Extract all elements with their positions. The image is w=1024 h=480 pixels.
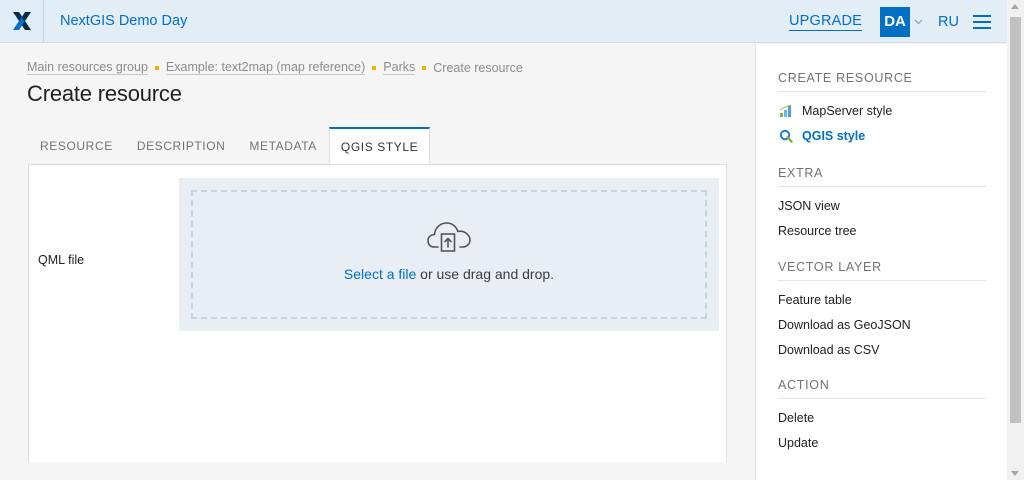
- qml-file-label: QML file: [38, 253, 85, 267]
- breadcrumb: Main resources group Example: text2map (…: [27, 60, 523, 75]
- sidebar-section-vector-layer: VECTOR LAYER Feature table Download as G…: [778, 260, 986, 358]
- breadcrumb-separator: [422, 65, 427, 70]
- tab-description[interactable]: DESCRIPTION: [125, 127, 238, 165]
- breadcrumb-item[interactable]: Main resources group: [27, 60, 148, 75]
- breadcrumb-item[interactable]: Example: text2map (map reference): [165, 60, 366, 75]
- sidebar-heading: ACTION: [778, 378, 986, 399]
- tab-qgis-style[interactable]: QGIS STYLE: [328, 127, 431, 165]
- scroll-down-arrow-icon[interactable]: [1011, 471, 1019, 476]
- sidebar-item-qgis-style[interactable]: QGIS style: [778, 127, 986, 144]
- sidebar-item-update[interactable]: Update: [778, 434, 986, 451]
- sidebar-item-label: QGIS style: [802, 128, 866, 143]
- right-sidebar: CREATE RESOURCE MapServer style QGIS sty…: [755, 44, 1007, 480]
- breadcrumb-item[interactable]: Parks: [383, 60, 416, 75]
- app-title[interactable]: NextGIS Demo Day: [60, 13, 187, 29]
- tab-bar: RESOURCE DESCRIPTION METADATA QGIS STYLE: [28, 127, 431, 165]
- scroll-up-arrow-icon[interactable]: [1011, 4, 1019, 9]
- tab-resource[interactable]: RESOURCE: [28, 127, 125, 165]
- breadcrumb-separator: [154, 65, 159, 70]
- cloud-upload-icon: [426, 217, 472, 258]
- sidebar-item-delete[interactable]: Delete: [778, 409, 986, 426]
- sidebar-heading: CREATE RESOURCE: [778, 71, 986, 92]
- page-scrollbar[interactable]: [1007, 0, 1024, 480]
- file-dropzone[interactable]: Select a file or use drag and drop.: [179, 178, 719, 331]
- sidebar-section-action: ACTION Delete Update: [778, 378, 986, 451]
- sidebar-section-create-resource: CREATE RESOURCE MapServer style QGIS sty…: [778, 71, 986, 144]
- breadcrumb-separator: [372, 65, 377, 70]
- file-dropzone-border[interactable]: Select a file or use drag and drop.: [191, 190, 707, 319]
- language-switch[interactable]: RU: [938, 14, 959, 30]
- breadcrumb-current: Create resource: [433, 60, 523, 75]
- sidebar-heading: EXTRA: [778, 166, 986, 187]
- upgrade-link[interactable]: UPGRADE: [788, 13, 863, 31]
- sidebar-item-download-geojson[interactable]: Download as GeoJSON: [778, 316, 986, 333]
- chevron-down-icon[interactable]: [910, 7, 926, 37]
- tab-metadata[interactable]: METADATA: [237, 127, 328, 165]
- page-title: Create resource: [27, 81, 182, 106]
- mapserver-style-icon: [778, 103, 794, 119]
- top-header: NextGIS Demo Day UPGRADE DA RU: [0, 0, 1024, 43]
- sidebar-item-json-view[interactable]: JSON view: [778, 197, 986, 214]
- qgis-style-icon: [778, 128, 794, 144]
- main-content: Main resources group Example: text2map (…: [0, 44, 755, 480]
- tab-panel-qgis-style: QML file Select a file or use drag and d…: [28, 164, 727, 462]
- scrollbar-thumb[interactable]: [1010, 17, 1021, 423]
- sidebar-item-mapserver-style[interactable]: MapServer style: [778, 102, 986, 119]
- nextgis-x-logo-icon[interactable]: [0, 0, 44, 43]
- sidebar-heading: VECTOR LAYER: [778, 260, 986, 281]
- dropzone-text: Select a file or use drag and drop.: [344, 266, 554, 282]
- sidebar-item-resource-tree[interactable]: Resource tree: [778, 222, 986, 239]
- select-file-link[interactable]: Select a file: [344, 266, 416, 282]
- hamburger-menu-icon[interactable]: [973, 14, 991, 29]
- user-avatar[interactable]: DA: [880, 6, 911, 37]
- sidebar-section-extra: EXTRA JSON view Resource tree: [778, 166, 986, 239]
- sidebar-item-label: MapServer style: [802, 103, 893, 118]
- sidebar-item-feature-table[interactable]: Feature table: [778, 291, 986, 308]
- sidebar-item-download-csv[interactable]: Download as CSV: [778, 341, 986, 358]
- drag-drop-hint: or use drag and drop.: [416, 266, 555, 282]
